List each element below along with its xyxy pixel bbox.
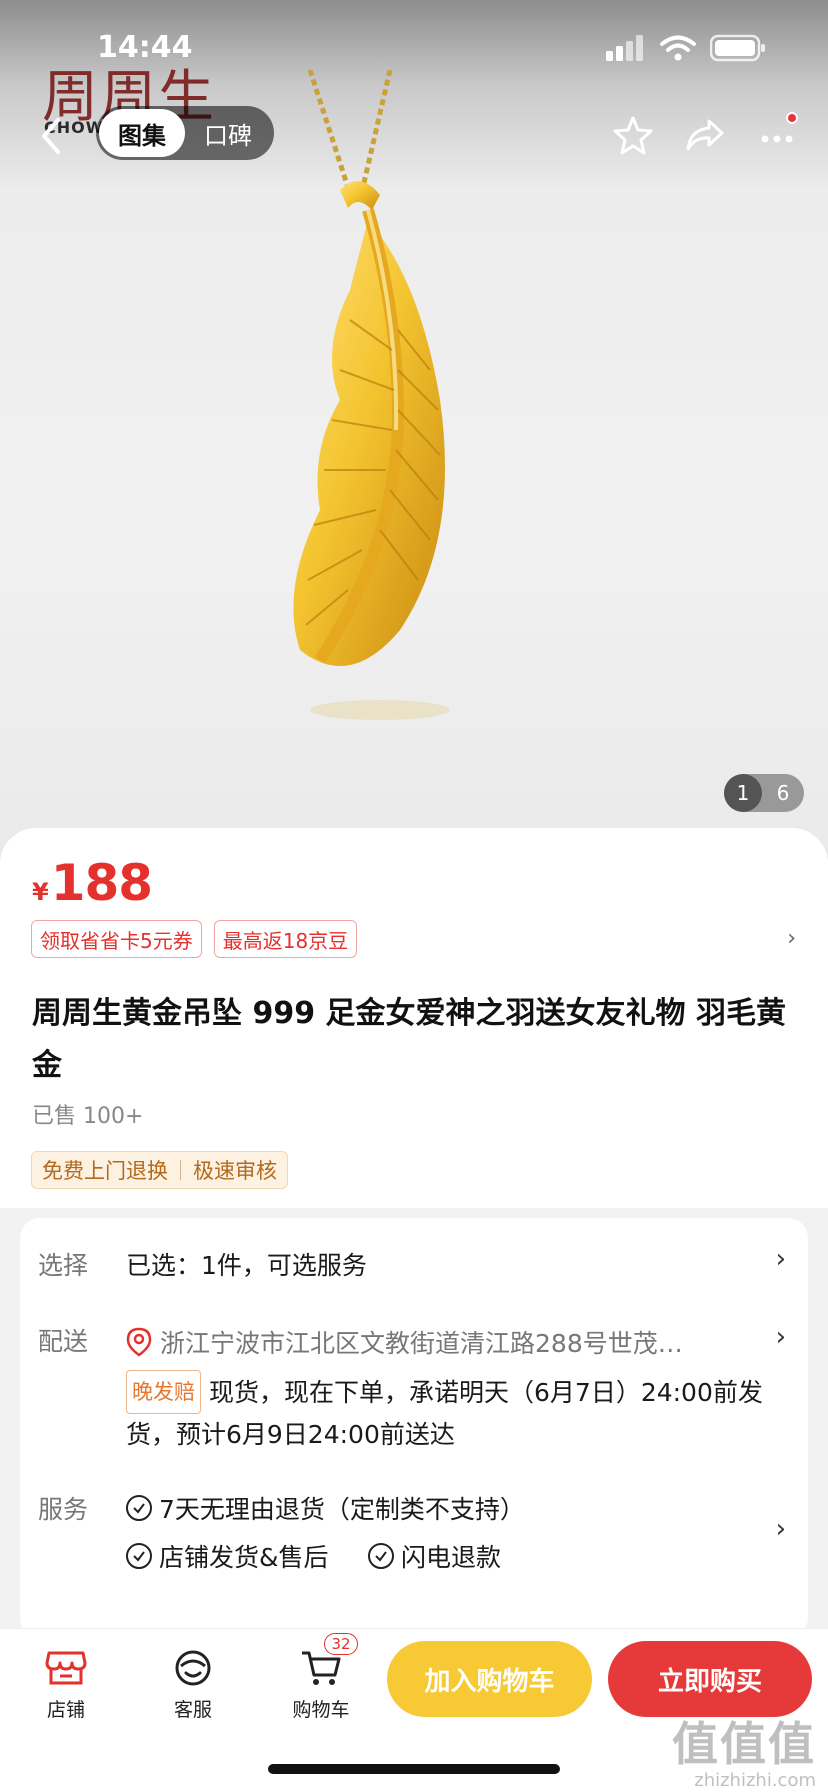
buy-now-button[interactable]: 立即购买 bbox=[608, 1641, 812, 1717]
add-to-cart-button[interactable]: 加入购物车 bbox=[387, 1641, 592, 1717]
check-circle-icon bbox=[126, 1495, 152, 1521]
check-circle-icon bbox=[368, 1543, 394, 1569]
tag-divider bbox=[180, 1160, 181, 1180]
status-icons bbox=[606, 34, 766, 62]
service-item-label: 7天无理由退货（定制类不支持） bbox=[159, 1495, 525, 1524]
customer-service-button[interactable]: 客服 bbox=[153, 1645, 233, 1722]
delivery-promise: 晚发赔 现货，现在下单，承诺明天（6月7日）24:00前发货，预计6月9日24:0… bbox=[126, 1370, 786, 1456]
back-icon[interactable] bbox=[36, 116, 66, 156]
check-circle-icon bbox=[126, 1543, 152, 1569]
shop-label: 店铺 bbox=[46, 1699, 85, 1721]
cart-button[interactable]: 32 购物车 bbox=[281, 1633, 361, 1722]
signal-icon bbox=[606, 35, 643, 61]
tab-gallery[interactable]: 图集 bbox=[99, 109, 185, 157]
chevron-right-icon: › bbox=[775, 1322, 786, 1352]
tag-fast-review: 极速审核 bbox=[193, 1159, 277, 1183]
gallery-tab-switch: 图集 口碑 bbox=[96, 106, 274, 160]
service-item-label: 闪电退款 bbox=[401, 1543, 502, 1572]
top-actions bbox=[610, 112, 800, 158]
home-indicator[interactable] bbox=[268, 1764, 560, 1774]
battery-icon bbox=[710, 34, 765, 62]
cart-count-badge: 32 bbox=[324, 1633, 358, 1655]
more-button[interactable] bbox=[754, 112, 800, 158]
wifi-icon bbox=[660, 35, 696, 61]
service-item-refund: 闪电退款 bbox=[368, 1538, 501, 1574]
chevron-right-icon[interactable]: › bbox=[787, 926, 796, 951]
delivery-promise-text: 现货，现在下单，承诺明天（6月7日）24:00前发货，预计6月9日24:00前送… bbox=[126, 1378, 763, 1449]
chevron-right-icon: › bbox=[775, 1514, 786, 1544]
late-compensation-badge: 晚发赔 bbox=[126, 1370, 201, 1414]
price: ¥ 188 bbox=[32, 854, 153, 912]
status-time: 14:44 bbox=[97, 30, 193, 65]
favorite-button[interactable] bbox=[610, 112, 656, 158]
gallery-page-indicator: 1 6 bbox=[724, 774, 804, 812]
sold-count: 已售 100+ bbox=[32, 1104, 144, 1129]
tag-free-return: 免费上门退换 bbox=[42, 1159, 168, 1183]
watermark-url: zhizhizhi.com bbox=[694, 1770, 816, 1791]
select-value: 已选：1件，可选服务 bbox=[126, 1251, 367, 1280]
service-tags[interactable]: 免费上门退换 极速审核 bbox=[31, 1151, 288, 1189]
chevron-right-icon: › bbox=[775, 1244, 786, 1274]
location-pin-icon bbox=[126, 1327, 152, 1357]
shop-icon bbox=[45, 1651, 87, 1685]
watermark: 值值值 zhizhizhi.com bbox=[672, 1708, 816, 1791]
customer-service-icon bbox=[175, 1650, 211, 1686]
service-label: 服务 bbox=[38, 1495, 89, 1524]
product-title: 周周生黄金吊坠 999 足金女爱神之羽送女友礼物 羽毛黄金 bbox=[32, 996, 786, 1083]
watermark-logo-text: 值值值 bbox=[672, 1717, 816, 1771]
cart-label: 购物车 bbox=[292, 1699, 350, 1721]
delivery-label: 配送 bbox=[38, 1327, 89, 1356]
coupon-claim[interactable]: 领取省省卡5元券 bbox=[31, 920, 202, 958]
currency-symbol: ¥ bbox=[32, 878, 49, 906]
coupon-jingdou[interactable]: 最高返18京豆 bbox=[213, 920, 358, 958]
share-button[interactable] bbox=[682, 112, 728, 158]
service-item-label: 店铺发货&售后 bbox=[159, 1543, 329, 1572]
service-item-return: 7天无理由退货（定制类不支持） bbox=[126, 1490, 525, 1526]
current-page: 1 bbox=[724, 774, 762, 812]
service-item-shop: 店铺发货&售后 bbox=[126, 1538, 329, 1574]
address-text: 浙江宁波市江北区文教街道清江路288号世茂… bbox=[160, 1329, 683, 1358]
product-page: 周周生 CHOW G 14:44 图集 口碑 1 6 ¥ 188 领取省省卡5元… bbox=[0, 0, 828, 1792]
tab-reviews[interactable]: 口碑 bbox=[185, 109, 271, 157]
customer-service-label: 客服 bbox=[173, 1699, 212, 1721]
share-icon bbox=[686, 119, 724, 151]
price-amount: 188 bbox=[50, 854, 153, 912]
gold-feather-pendant-image bbox=[293, 70, 450, 720]
select-label: 选择 bbox=[38, 1251, 89, 1280]
delivery-address: 浙江宁波市江北区文教街道清江路288号世茂… bbox=[126, 1324, 683, 1360]
star-icon bbox=[613, 116, 653, 155]
total-pages: 6 bbox=[776, 781, 790, 805]
purchase-details-card: 选择 已选：1件，可选服务 › 配送 浙江宁波市江北区文教街道清江路288号世茂… bbox=[20, 1218, 808, 1638]
notification-dot bbox=[786, 112, 798, 124]
coupon-list: 领取省省卡5元券 最高返18京豆 bbox=[31, 920, 358, 958]
shop-button[interactable]: 店铺 bbox=[26, 1645, 106, 1722]
product-info-card: ¥ 188 领取省省卡5元券 最高返18京豆 › 周周生黄金吊坠 999 足金女… bbox=[0, 828, 828, 1208]
